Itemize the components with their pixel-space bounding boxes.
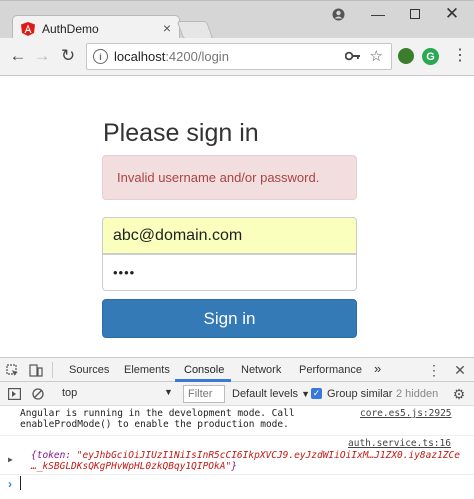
site-info-icon[interactable]: i (93, 49, 108, 64)
tab-sources[interactable]: Sources (69, 364, 109, 376)
close-window-icon[interactable]: ✕ (434, 1, 470, 27)
angular-icon (21, 21, 35, 36)
toolbar-divider (52, 362, 53, 378)
address-bar[interactable]: i localhost:4200/login ☆ (86, 43, 392, 70)
tab-elements[interactable]: Elements (124, 364, 170, 376)
profile-icon[interactable] (320, 1, 356, 27)
reload-icon[interactable]: ↻ (56, 44, 80, 68)
error-alert: Invalid username and/or password. (102, 155, 357, 200)
bookmark-star-icon[interactable]: ☆ (370, 47, 383, 65)
grammarly-icon[interactable]: G (422, 48, 439, 65)
console-row-divider (0, 474, 474, 475)
console-prompt-icon: › (8, 477, 12, 491)
login-page: Please sign in Invalid username and/or p… (0, 77, 474, 357)
chevron-down-icon: ▼ (164, 387, 173, 397)
console-filter-bar: top ▼ Filter Default levels ▼ ✓ Group si… (0, 382, 474, 406)
expand-arrow-icon[interactable]: ▶ (8, 455, 13, 464)
password-key-icon[interactable] (344, 49, 361, 64)
tab-console[interactable]: Console (184, 364, 224, 376)
browser-toolbar: ← → ↻ i localhost:4200/login ☆ G ⋮ (0, 38, 474, 76)
log-levels-dropdown[interactable]: Default levels ▼ (232, 388, 310, 400)
password-field[interactable]: •••• (102, 254, 357, 291)
window-titlebar: AuthDemo × — ✕ (0, 0, 474, 41)
devtools-menu-icon[interactable]: ⋮ (426, 362, 442, 378)
console-input[interactable] (20, 476, 21, 490)
maximize-icon[interactable] (397, 1, 433, 27)
tab-title: AuthDemo (42, 21, 99, 36)
devtools-close-icon[interactable]: ✕ (452, 362, 468, 378)
new-tab-button[interactable] (176, 21, 214, 39)
console-message: Angular is running in the development mo… (20, 408, 295, 430)
email-field[interactable]: abc@domain.com (102, 217, 357, 254)
url-text[interactable]: localhost:4200/login (114, 49, 229, 64)
clear-console-icon[interactable] (30, 386, 46, 402)
console-row-divider (0, 435, 474, 436)
device-toolbar-icon[interactable] (28, 362, 44, 378)
console-source-link[interactable]: auth.service.ts:16 (348, 438, 451, 449)
page-title: Please sign in (103, 119, 259, 147)
tab-network[interactable]: Network (241, 364, 281, 376)
hidden-count: 2 hidden (396, 388, 439, 400)
back-icon[interactable]: ← (6, 44, 30, 68)
group-similar-checkbox[interactable]: ✓ (311, 388, 322, 399)
group-similar-label: Group similar (327, 388, 393, 400)
console-settings-icon[interactable]: ⚙ (451, 386, 467, 402)
inspect-element-icon[interactable] (4, 362, 20, 378)
devtools-panel: Sources Elements Console Network Perform… (0, 357, 474, 499)
console-filter-input[interactable]: Filter (183, 385, 225, 403)
extension-icon[interactable] (398, 48, 414, 64)
devtools-tabbar: Sources Elements Console Network Perform… (0, 358, 474, 382)
sign-in-button[interactable]: Sign in (102, 299, 357, 338)
minimize-icon[interactable]: — (360, 1, 396, 27)
chrome-menu-icon[interactable]: ⋮ (452, 46, 468, 66)
sidebar-toggle-icon[interactable] (6, 386, 22, 402)
tab-performance[interactable]: Performance (299, 364, 362, 376)
tab-close-icon[interactable]: × (163, 20, 171, 36)
console-source-link[interactable]: core.es5.js:2925 (360, 408, 452, 419)
more-tabs-icon[interactable]: » (374, 361, 381, 376)
console-object-cont: …_kSBGLDKsQKgPHvWpHL0zkQBqy1QIPOkA"} (31, 461, 237, 472)
console-object[interactable]: {token: "eyJhbGciOiJIUzI1NiIsInR5cCI6Ikp… (31, 450, 460, 461)
context-selector[interactable]: top ▼ (58, 386, 176, 402)
forward-icon[interactable]: → (30, 44, 54, 68)
